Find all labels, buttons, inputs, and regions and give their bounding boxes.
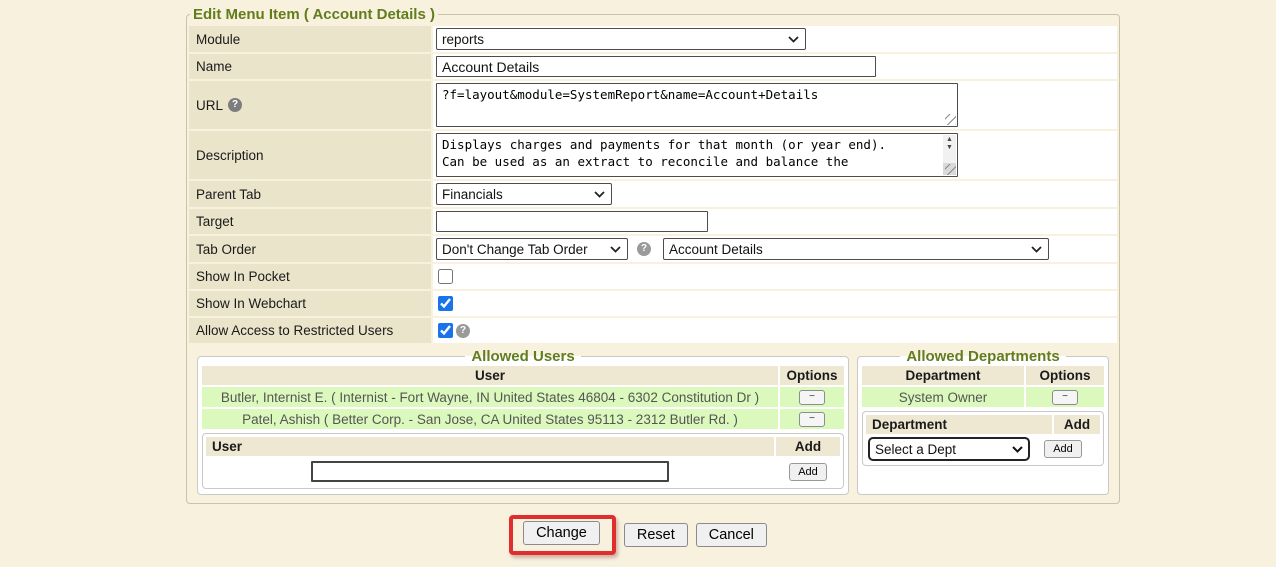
show-in-webchart-label: Show In Webchart: [189, 291, 431, 316]
allowed-departments-title: Allowed Departments: [900, 348, 1065, 365]
allow-restricted-label: Allow Access to Restricted Users: [189, 318, 431, 343]
row-url: URL ? ?f=layout&module=SystemReport&name…: [189, 81, 1117, 129]
show-in-webchart-checkbox[interactable]: [438, 296, 453, 311]
parent-tab-select[interactable]: Financials: [436, 183, 612, 205]
reset-button[interactable]: Reset: [624, 523, 688, 547]
allowed-users-header: User Options: [202, 366, 844, 385]
department-column-header: Department: [862, 366, 1024, 385]
description-textarea[interactable]: Displays charges and payments for that m…: [436, 133, 958, 177]
add-user-column-header: User: [206, 437, 774, 456]
change-button[interactable]: Change: [523, 521, 600, 545]
form-actions: Change Reset Cancel: [0, 515, 1276, 555]
resize-handle[interactable]: [945, 164, 956, 175]
add-user-button[interactable]: Add: [789, 463, 827, 481]
row-name: Name: [189, 54, 1117, 79]
tab-order-label: Tab Order: [189, 236, 431, 262]
description-label: Description: [189, 131, 431, 179]
options-column-header: Options: [780, 366, 844, 385]
name-input[interactable]: [436, 56, 876, 77]
table-row: Patel, Ashish ( Better Corp. - San Jose,…: [202, 409, 844, 429]
name-label: Name: [189, 54, 431, 79]
row-parent-tab: Parent Tab Financials: [189, 181, 1117, 207]
parent-tab-label: Parent Tab: [189, 181, 431, 207]
row-allow-restricted: Allow Access to Restricted Users ?: [189, 318, 1117, 343]
allowed-departments-header: Department Options: [862, 366, 1104, 385]
remove-department-button[interactable]: −: [1052, 390, 1078, 405]
allowed-departments-panel: Allowed Departments Department Options S…: [857, 348, 1109, 495]
show-in-pocket-checkbox[interactable]: [438, 269, 453, 284]
url-help-icon[interactable]: ?: [228, 98, 242, 112]
row-tab-order: Tab Order Don't Change Tab Order ? Accou…: [189, 236, 1117, 262]
target-input[interactable]: [436, 211, 708, 232]
remove-user-button[interactable]: −: [799, 412, 825, 427]
options-column-header: Options: [1026, 366, 1104, 385]
scroll-up-icon[interactable]: ▲: [946, 136, 953, 144]
url-label: URL: [196, 98, 223, 113]
module-label: Module: [189, 26, 431, 52]
page-title: Edit Menu Item ( Account Details ): [190, 6, 438, 23]
department-name: System Owner: [862, 387, 1024, 407]
add-user-input[interactable]: [311, 461, 669, 482]
user-name: Patel, Ashish ( Better Corp. - San Jose,…: [202, 409, 778, 429]
table-row: Butler, Internist E. ( Internist - Fort …: [202, 387, 844, 407]
annotation-highlight-box: Change: [509, 515, 616, 555]
row-show-in-webchart: Show In Webchart: [189, 291, 1117, 316]
table-row: System Owner −: [862, 387, 1104, 407]
target-label: Target: [189, 209, 431, 234]
tab-position-select[interactable]: Account Details: [663, 238, 1049, 260]
scroll-down-icon[interactable]: ▼: [946, 144, 953, 152]
add-department-column-header: Department: [866, 415, 1052, 434]
row-module: Module reports: [189, 26, 1117, 52]
department-select[interactable]: Select a Dept: [868, 437, 1030, 461]
row-target: Target: [189, 209, 1117, 234]
row-description: Description Displays charges and payment…: [189, 131, 1117, 179]
allow-restricted-help-icon[interactable]: ?: [456, 324, 470, 338]
row-show-in-pocket: Show In Pocket: [189, 264, 1117, 289]
module-select[interactable]: reports: [436, 28, 806, 50]
user-name: Butler, Internist E. ( Internist - Fort …: [202, 387, 778, 407]
allowed-users-title: Allowed Users: [465, 348, 580, 365]
add-user-box: User Add Add: [202, 433, 844, 489]
add-column-header: Add: [776, 437, 840, 456]
allow-restricted-checkbox[interactable]: [438, 323, 453, 338]
allowed-users-panel: Allowed Users User Options Butler, Inter…: [197, 348, 849, 495]
page: Edit Menu Item ( Account Details ) Modul…: [0, 0, 1276, 555]
add-department-box: Department Add Select a Dept Add: [862, 411, 1104, 466]
resize-handle[interactable]: [945, 114, 956, 125]
remove-user-button[interactable]: −: [799, 390, 825, 405]
show-in-pocket-label: Show In Pocket: [189, 264, 431, 289]
edit-menu-item-form: Edit Menu Item ( Account Details ) Modul…: [186, 6, 1120, 504]
tab-order-help-icon[interactable]: ?: [637, 242, 651, 256]
add-column-header: Add: [1054, 415, 1100, 434]
tab-order-select[interactable]: Don't Change Tab Order: [436, 238, 628, 260]
user-column-header: User: [202, 366, 778, 385]
add-department-button[interactable]: Add: [1044, 440, 1082, 458]
cancel-button[interactable]: Cancel: [696, 523, 767, 547]
url-textarea[interactable]: ?f=layout&module=SystemReport&name=Accou…: [436, 83, 958, 127]
